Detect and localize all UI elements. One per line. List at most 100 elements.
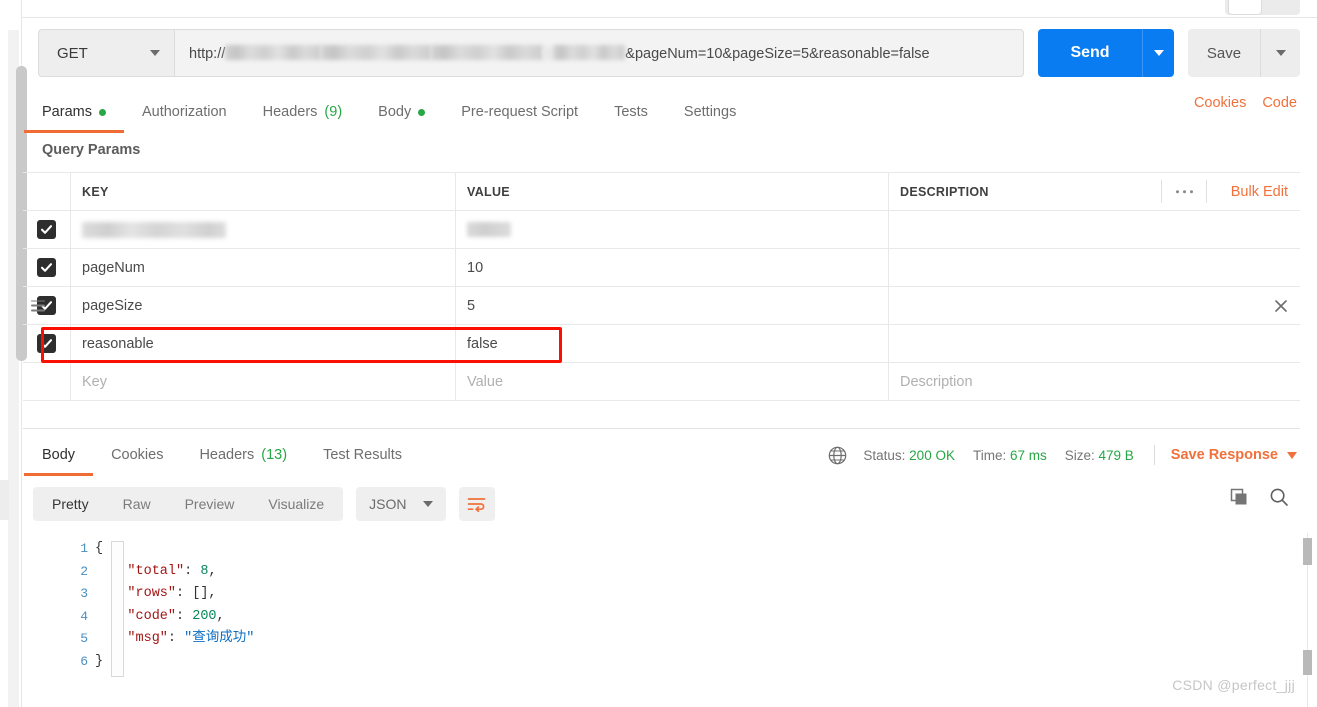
- code-scrollbar-thumb-secondary[interactable]: [1303, 650, 1312, 675]
- view-raw[interactable]: Raw: [106, 489, 168, 519]
- line-number: 2: [80, 563, 88, 579]
- code-scrollbar-thumb[interactable]: [1303, 538, 1312, 565]
- send-button[interactable]: Send: [1038, 29, 1142, 77]
- tab-tests-label: Tests: [614, 104, 648, 120]
- row-checkbox[interactable]: [37, 258, 56, 277]
- row-key-text: pageNum: [82, 259, 145, 276]
- tab-response-body[interactable]: Body: [24, 438, 94, 476]
- tab-response-cookies-label: Cookies: [111, 447, 164, 463]
- row-description-cell[interactable]: [889, 325, 1300, 362]
- tab-links: Cookies Code: [1194, 95, 1300, 111]
- tab-response-headers-count: (13): [261, 447, 288, 463]
- bulk-edit-link[interactable]: Bulk Edit: [1231, 184, 1288, 200]
- table-row: pageSize 5: [23, 287, 1300, 325]
- row-description-cell[interactable]: [889, 211, 1300, 248]
- tab-tests[interactable]: Tests: [596, 95, 666, 129]
- row-key-cell[interactable]: reasonable: [71, 325, 456, 362]
- chevron-down-icon[interactable]: [1287, 451, 1297, 459]
- new-description-input[interactable]: Description: [889, 363, 1300, 400]
- copy-icon[interactable]: [1229, 487, 1249, 507]
- url-blurred-segment-4: [553, 44, 626, 60]
- row-key-cell[interactable]: pageSize: [71, 287, 456, 324]
- save-button[interactable]: Save: [1188, 29, 1260, 77]
- tab-pre-request-script-label: Pre-request Script: [461, 104, 579, 120]
- save-options-button[interactable]: [1260, 29, 1300, 77]
- response-body-code[interactable]: 1 2 3 4 5 6 { "total": 8, "rows": [], "code":…: [33, 533, 1300, 707]
- view-preview[interactable]: Preview: [168, 489, 252, 519]
- row-checkbox[interactable]: [37, 334, 56, 353]
- tab-response-cookies[interactable]: Cookies: [93, 438, 181, 472]
- row-checkbox-cell: [23, 325, 71, 362]
- tab-response-headers[interactable]: Headers (13): [181, 438, 305, 472]
- tab-body[interactable]: Body: [360, 95, 443, 129]
- tab-test-results[interactable]: Test Results: [305, 438, 420, 472]
- tab-headers-label: Headers: [262, 104, 318, 120]
- tab-response-headers-label: Headers: [199, 447, 255, 463]
- json-key-rows: "rows": [95, 586, 177, 601]
- row-value-cell[interactable]: 10: [456, 249, 889, 286]
- row-value-cell[interactable]: [456, 211, 889, 248]
- params-more-options-icon[interactable]: [1175, 189, 1193, 194]
- view-visualize[interactable]: Visualize: [251, 489, 341, 519]
- url-input[interactable]: http:// &pageNum=10&pageSize=5&reasonable…: [174, 29, 1024, 77]
- delete-row-icon[interactable]: [1273, 298, 1289, 314]
- cookies-link[interactable]: Cookies: [1194, 95, 1246, 111]
- globe-icon: [828, 446, 847, 465]
- column-header-value: VALUE: [467, 184, 510, 199]
- response-format-select[interactable]: JSON: [356, 487, 446, 521]
- code-lines: { "total": 8, "rows": [], "code": 200, "…: [95, 541, 255, 669]
- response-view-switch: Pretty Raw Preview Visualize: [33, 487, 344, 521]
- params-modified-dot: [98, 108, 106, 116]
- row-checkbox-cell: [23, 249, 71, 286]
- row-key-cell[interactable]: pageNum: [71, 249, 456, 286]
- body-modified-dot: [418, 108, 426, 116]
- tab-params[interactable]: Params: [24, 95, 124, 133]
- app-scrollbar-track[interactable]: [8, 30, 27, 707]
- tab-pre-request-script[interactable]: Pre-request Script: [443, 95, 596, 129]
- header-check-cell: [23, 173, 71, 210]
- response-format-label: JSON: [369, 496, 407, 512]
- http-method-select[interactable]: GET: [38, 29, 174, 77]
- tab-settings[interactable]: Settings: [666, 95, 754, 129]
- json-key-code: "code": [95, 608, 177, 624]
- new-key-placeholder: Key: [82, 373, 107, 390]
- json-key-msg: "msg": [95, 631, 168, 646]
- tab-test-results-label: Test Results: [323, 447, 403, 463]
- url-blurred-segment-1: [225, 44, 322, 60]
- row-value-cell[interactable]: false: [456, 325, 889, 362]
- view-pretty[interactable]: Pretty: [35, 489, 106, 519]
- row-checkbox[interactable]: [37, 220, 56, 239]
- send-options-button[interactable]: [1142, 29, 1174, 77]
- tab-headers-count: (9): [324, 104, 343, 120]
- header-value-cell: VALUE: [456, 173, 889, 210]
- tab-headers[interactable]: Headers (9): [245, 95, 361, 129]
- top-cut-toggle[interactable]: [1225, 0, 1300, 15]
- row-value-text: 5: [467, 297, 476, 314]
- app-scrollbar-secondary[interactable]: [0, 480, 9, 520]
- word-wrap-button[interactable]: [458, 487, 495, 521]
- json-open-brace: {: [95, 541, 104, 556]
- line-number: 3: [80, 586, 88, 601]
- search-icon[interactable]: [1269, 487, 1289, 507]
- save-response-button[interactable]: Save Response: [1171, 447, 1278, 463]
- row-drag-handle-icon[interactable]: [31, 300, 45, 311]
- chevron-down-icon: [1153, 50, 1164, 56]
- tab-authorization-label: Authorization: [141, 104, 227, 120]
- new-key-input[interactable]: Key: [71, 363, 456, 400]
- code-link[interactable]: Code: [1262, 95, 1297, 111]
- column-header-description: DESCRIPTION: [900, 184, 989, 199]
- new-value-input[interactable]: Value: [456, 363, 889, 400]
- tab-authorization[interactable]: Authorization: [124, 95, 245, 129]
- watermark: CSDN @perfect_jjj: [1172, 677, 1295, 693]
- row-description-cell[interactable]: [889, 287, 1300, 324]
- row-value-blurred: [467, 222, 511, 237]
- row-key-text: pageSize: [82, 297, 143, 314]
- row-description-cell[interactable]: [889, 249, 1300, 286]
- postman-window: GET http:// &pageNum=10&pageSize=5&reason…: [0, 0, 1317, 707]
- row-value-text: false: [467, 335, 498, 352]
- row-key-cell[interactable]: [71, 211, 456, 248]
- row-value-text: 10: [467, 259, 484, 276]
- table-row: [23, 211, 1300, 249]
- time-label: Time:: [972, 447, 1007, 463]
- row-value-cell[interactable]: 5: [456, 287, 889, 324]
